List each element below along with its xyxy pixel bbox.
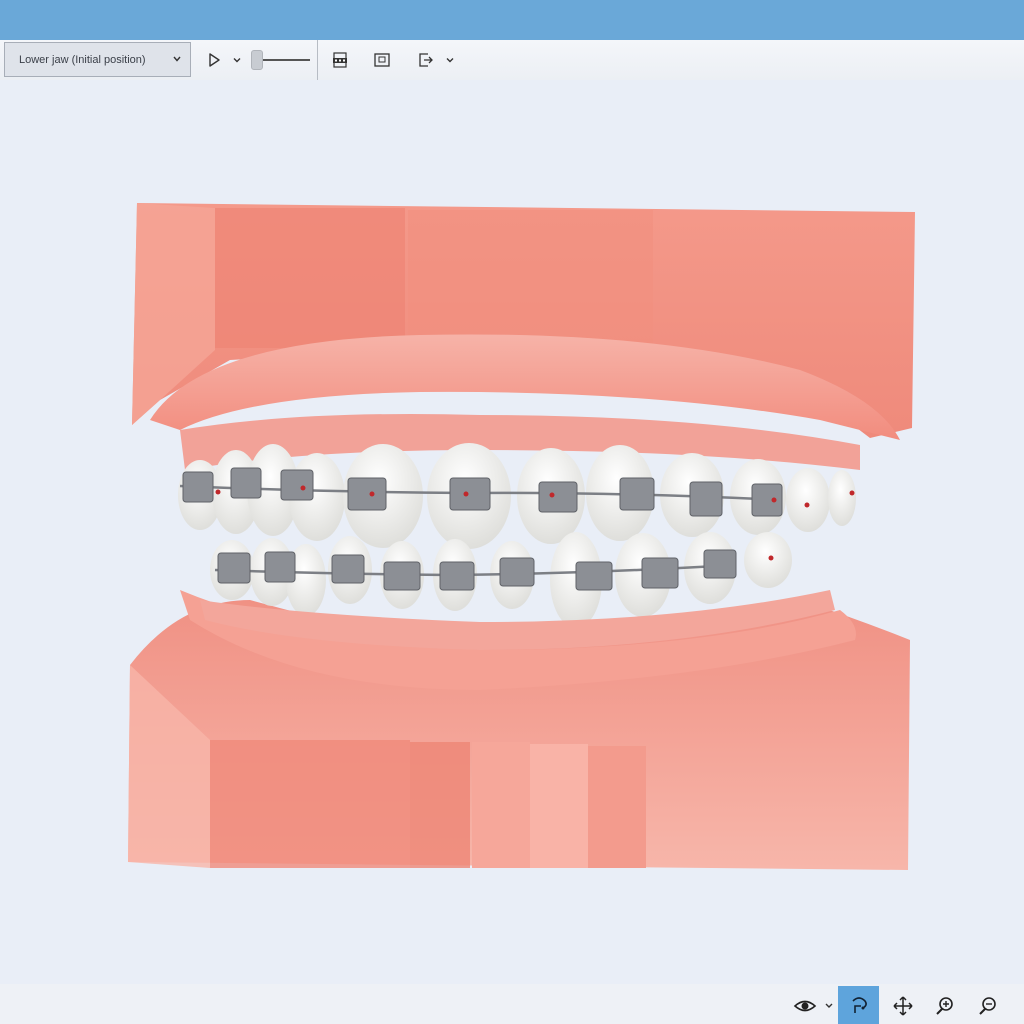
title-bar [0,0,1024,40]
upper-jaw-base [132,203,915,440]
toolbar-separator [317,40,318,80]
pdf-export-icon[interactable] [330,50,350,70]
dental-model-render [128,203,915,870]
zoom-in-icon[interactable] [933,994,957,1018]
animation-slider-knob[interactable] [251,50,263,70]
zoom-out-icon[interactable] [976,994,1000,1018]
3d-viewport[interactable] [0,80,1024,984]
eye-icon[interactable] [793,994,817,1018]
jaw-select-value: Lower jaw (Initial position) [19,53,146,66]
export-options-chevron-icon[interactable] [443,50,457,70]
chevron-down-icon [173,56,181,62]
export-icon[interactable] [416,50,436,70]
move-icon[interactable] [891,994,915,1018]
animation-slider-track[interactable] [256,59,310,61]
chevron-down-icon[interactable] [822,994,836,1018]
play-icon[interactable] [204,50,224,70]
rotate-icon[interactable] [847,993,871,1017]
play-options-chevron-icon[interactable] [230,50,244,70]
screenshot-icon[interactable] [372,50,392,70]
jaw-select-dropdown[interactable]: Lower jaw (Initial position) [4,42,191,77]
top-toolbar: Lower jaw (Initial position) [0,40,1024,80]
